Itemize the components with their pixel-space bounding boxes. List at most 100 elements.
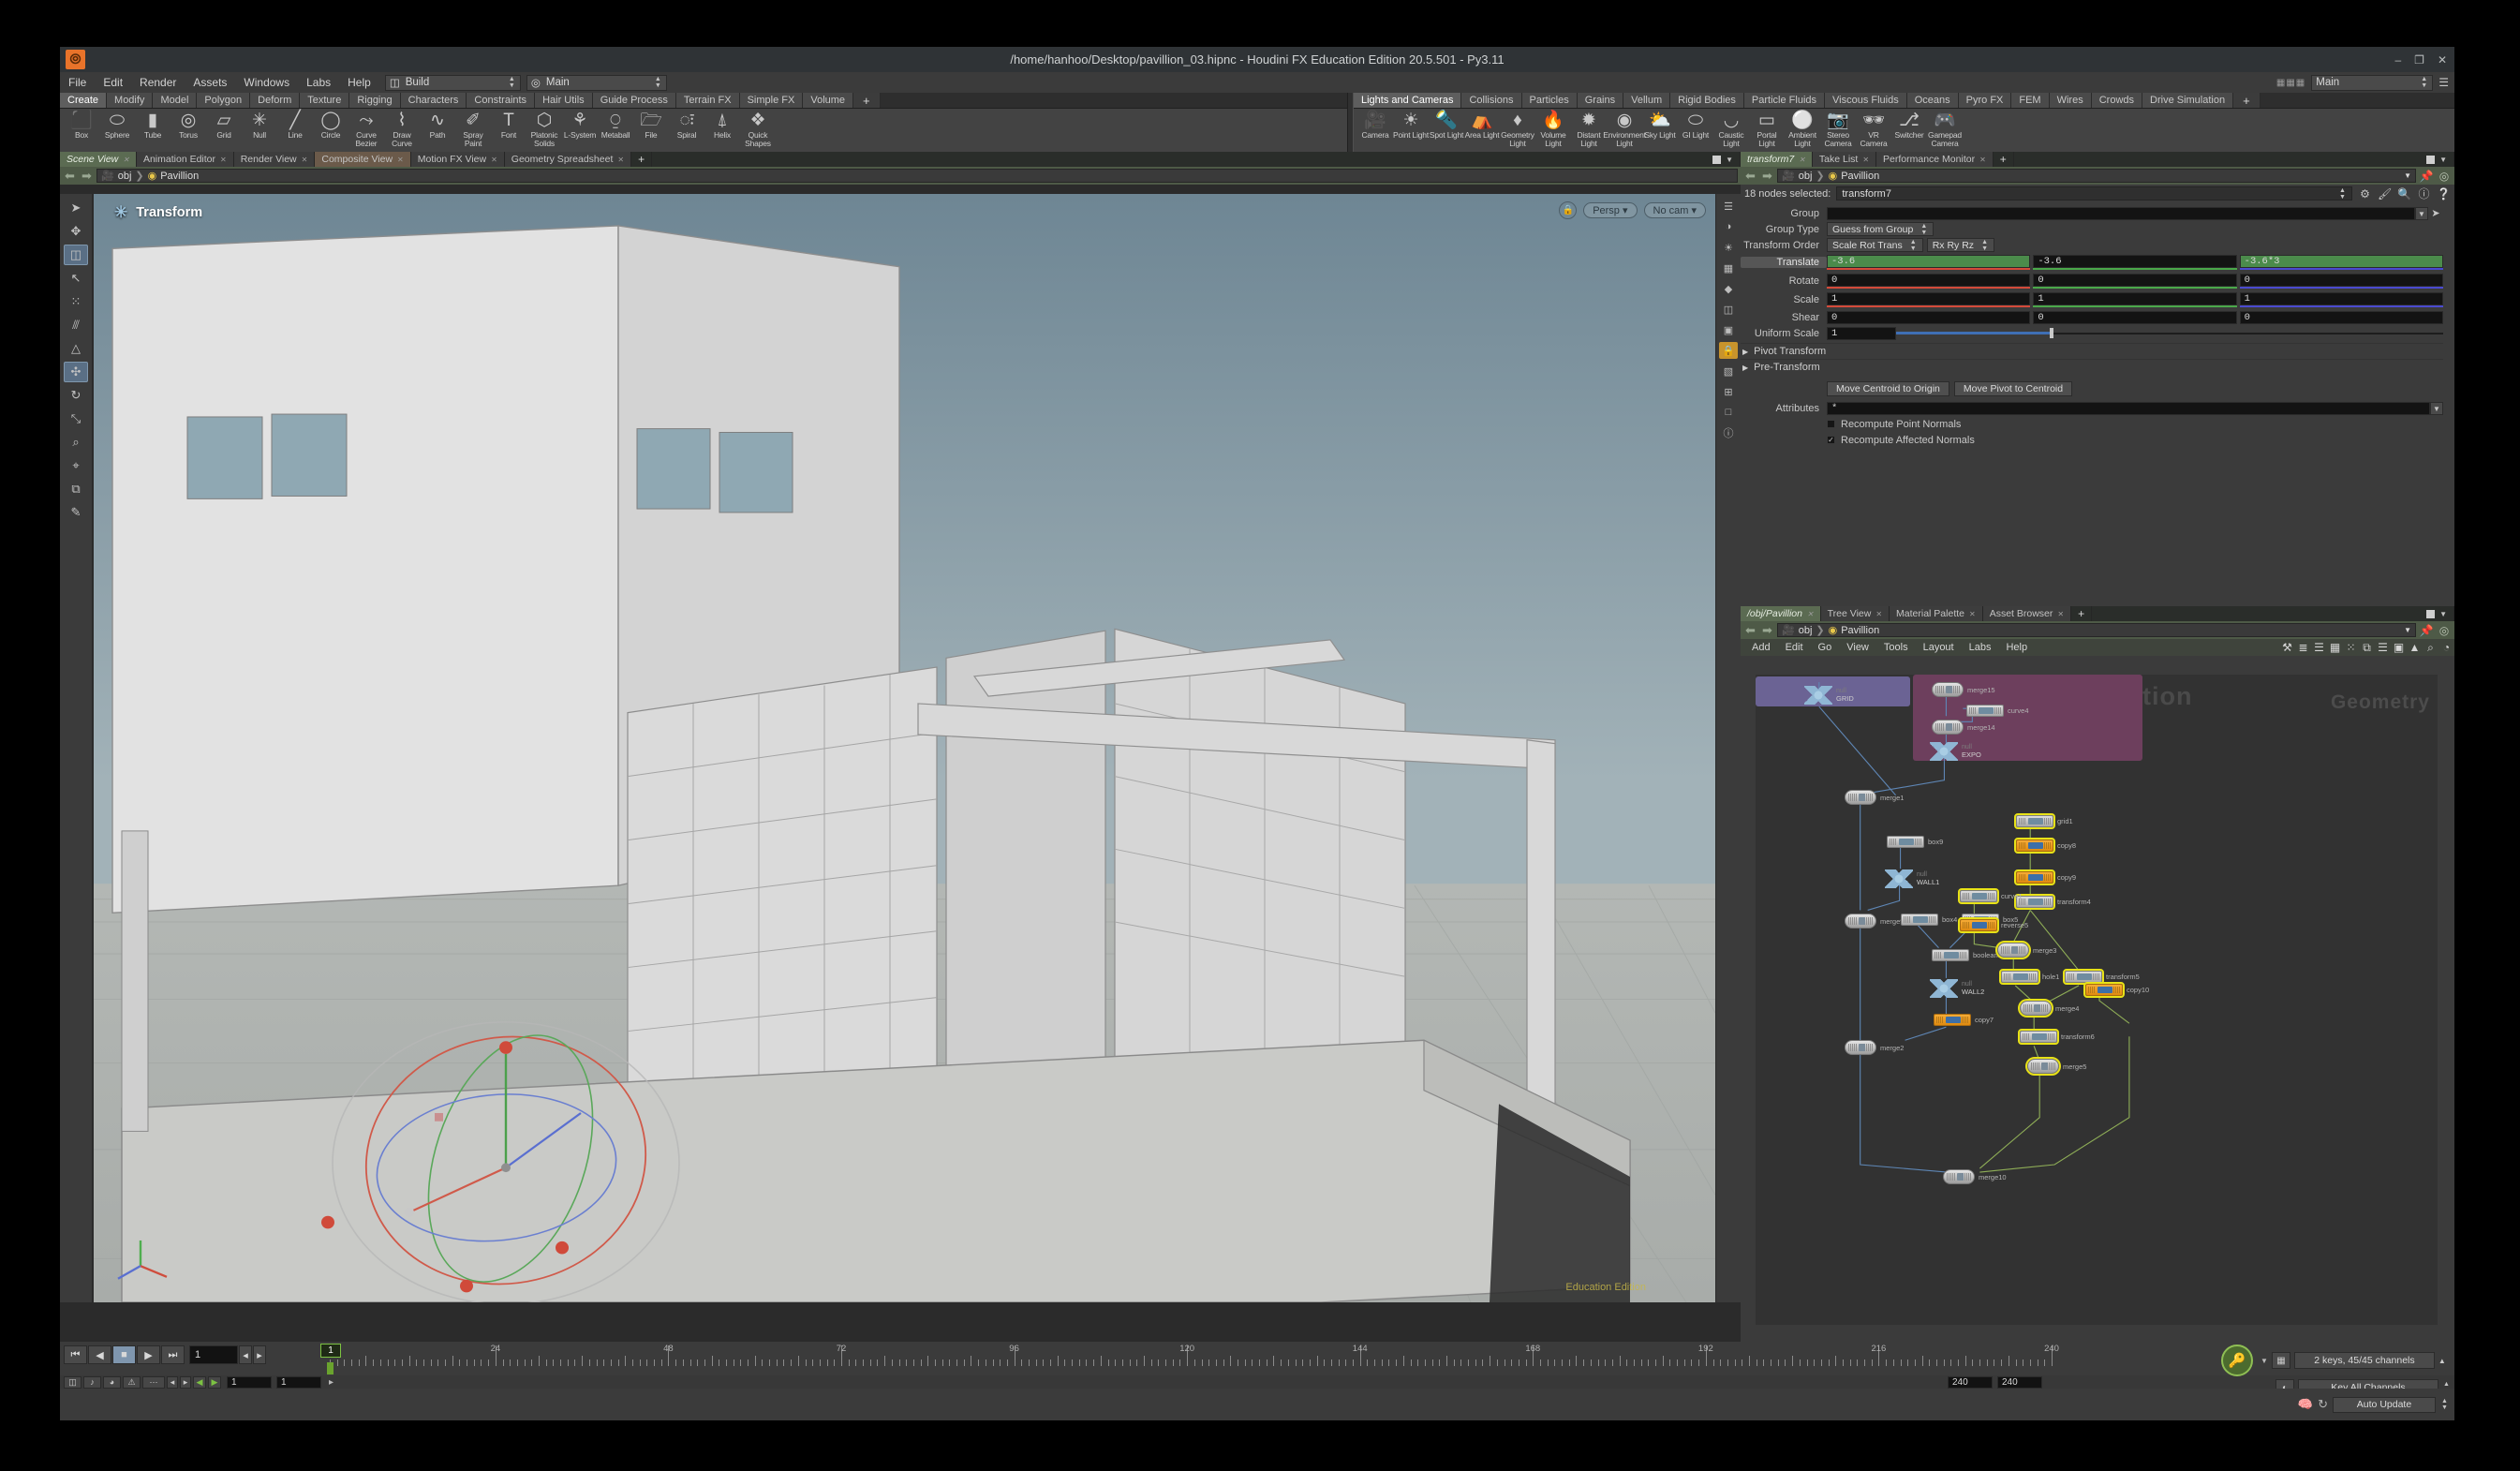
timeline-mode-icon[interactable]: ◫: [64, 1375, 82, 1389]
network-menu-add[interactable]: Add: [1744, 642, 1778, 653]
prev-key-icon[interactable]: ◂: [239, 1345, 252, 1364]
shelf-tab-constraints[interactable]: Constraints: [467, 93, 536, 108]
brush-icon[interactable]: ✎: [64, 502, 88, 523]
shelf-tool-ambient-light[interactable]: ⚪ Ambient Light: [1785, 109, 1820, 148]
chevron-down-icon[interactable]: ▼: [2430, 401, 2443, 415]
network-right-gutter[interactable]: [2438, 675, 2454, 1325]
shelf-tool-stereo-camera[interactable]: 📷 Stereo Camera: [1820, 109, 1856, 148]
shelf-tab-deform[interactable]: Deform: [250, 93, 301, 108]
network-node[interactable]: box4: [1901, 914, 1957, 926]
shelf-tool-gi-light[interactable]: ⬭ GI Light: [1678, 109, 1713, 140]
recompute-point-normals-checkbox[interactable]: [1827, 420, 1835, 428]
uniform-scale-input[interactable]: 1: [1827, 326, 1896, 340]
shelf-tool-platonic-solids[interactable]: ⬡ Platonic Solids: [526, 109, 562, 148]
brush-icon[interactable]: 🖌: [2378, 187, 2392, 201]
play-icon[interactable]: ▶: [137, 1345, 160, 1364]
menu-edit[interactable]: Edit: [95, 72, 131, 93]
playhead[interactable]: 1: [320, 1344, 341, 1358]
close-icon[interactable]: ✕: [1807, 610, 1814, 618]
tab-geometry-spreadsheet[interactable]: Geometry Spreadsheet ✕: [504, 152, 632, 167]
chevron-down-icon[interactable]: ▼: [2415, 206, 2428, 220]
shelf-tab-model[interactable]: Model: [153, 93, 198, 108]
shelf-tool-line[interactable]: ╱ Line: [277, 109, 313, 140]
network-node[interactable]: hole1: [1999, 969, 2059, 985]
attributes-input[interactable]: *: [1827, 401, 2430, 415]
transform-order-dropdown[interactable]: Scale Rot Trans ▲ ▼: [1827, 238, 1923, 252]
list-icon[interactable]: ≣: [2295, 641, 2311, 654]
pivot-transform-folder[interactable]: ▶ Pivot Transform: [1741, 343, 2443, 359]
rotate-order-dropdown[interactable]: Rx Ry Rz ▲ ▼: [1926, 238, 1995, 252]
network-menu-go[interactable]: Go: [1811, 642, 1840, 653]
close-icon[interactable]: ✕: [1875, 610, 1882, 618]
uv-icon[interactable]: ⊞: [1719, 383, 1738, 400]
network-menu-edit[interactable]: Edit: [1778, 642, 1811, 653]
range-prev-icon[interactable]: ◂: [167, 1375, 178, 1389]
handles-icon[interactable]: ✥: [64, 221, 88, 242]
shelf-tab-oceans[interactable]: Oceans: [1906, 93, 1959, 108]
shelf-tool-null[interactable]: ✳ Null: [242, 109, 277, 140]
expand-up-icon[interactable]: ▲: [2438, 1357, 2446, 1365]
group-input[interactable]: [1827, 206, 2415, 220]
chevron-down-icon[interactable]: ▼: [2404, 626, 2411, 634]
tab-add-button[interactable]: +: [2071, 606, 2093, 621]
shelf-tool-volume-light[interactable]: 🔥 Volume Light: [1535, 109, 1571, 148]
shelf-tab-create[interactable]: Create: [60, 93, 108, 108]
shading-icon[interactable]: ◑: [1719, 218, 1738, 235]
shelf-tool-file[interactable]: 🗁 File: [633, 109, 669, 140]
range-start-handle[interactable]: [327, 1362, 334, 1374]
wire-icon[interactable]: ▧: [1719, 363, 1738, 379]
tab-tree-view[interactable]: Tree View ✕: [1820, 606, 1890, 621]
shelf-tab-vellum[interactable]: Vellum: [1623, 93, 1671, 108]
timeline-ruler[interactable]: 24 48 72 96 120 144 168 192 216 240 1: [320, 1342, 2059, 1375]
tab-render-view[interactable]: Render View ✕: [233, 152, 316, 167]
back-icon[interactable]: ⬅: [1743, 623, 1757, 638]
shelf-tool-draw-curve[interactable]: ⌇ Draw Curve: [384, 109, 420, 148]
shelf-tool-vr-camera[interactable]: 🕶 VR Camera: [1856, 109, 1891, 148]
move-tool-icon[interactable]: ✣: [64, 362, 88, 382]
info-overlay-icon[interactable]: ⓘ: [1719, 424, 1738, 441]
shelf-tool-box[interactable]: ⬛ Box: [64, 109, 99, 140]
rotate-tool-icon[interactable]: ↻: [64, 385, 88, 406]
network-node[interactable]: merge10: [1929, 1154, 2007, 1199]
view-icon[interactable]: ◫: [64, 245, 88, 265]
menu-help[interactable]: Help: [339, 72, 379, 93]
network-node[interactable]: grid1: [2014, 813, 2073, 829]
display-options-icon[interactable]: ☰: [1719, 198, 1738, 215]
palette-icon[interactable]: ▦: [2327, 641, 2343, 654]
tab-performance-monitor[interactable]: Performance Monitor ✕: [1876, 152, 1994, 167]
shelf-tab-particles[interactable]: Particles: [1521, 93, 1578, 108]
rotate-x-input[interactable]: 0: [1827, 274, 2031, 287]
tab-composite-view[interactable]: Composite View ✕: [315, 152, 411, 167]
recompute-affected-normals-checkbox[interactable]: ✓: [1827, 436, 1835, 444]
shelf-tool-gamepad-camera[interactable]: 🎮 Gamepad Camera: [1927, 109, 1963, 148]
network-menu-view[interactable]: View: [1839, 642, 1876, 653]
tab-add-button[interactable]: +: [631, 152, 653, 167]
help-icon[interactable]: ❔: [2437, 187, 2451, 201]
parameter-path-field[interactable]: 🎥 obj ❯ ◉ Pavillion ▼: [1777, 169, 2416, 183]
shelf-tab-guide-process[interactable]: Guide Process: [592, 93, 676, 108]
xray-icon[interactable]: ▣: [1719, 321, 1738, 338]
shelf-tab-wires[interactable]: Wires: [2049, 93, 2092, 108]
shelf-tab-add-button[interactable]: +: [2233, 93, 2261, 108]
range-start-input[interactable]: 1: [227, 1375, 272, 1389]
select-arrow-icon[interactable]: ➤: [2428, 207, 2443, 219]
close-icon[interactable]: ✕: [1979, 156, 1986, 164]
key-channel-info[interactable]: 2 keys, 45/45 channels: [2293, 1352, 2435, 1369]
scale-y-input[interactable]: 1: [2033, 292, 2237, 305]
translate-x-input[interactable]: -3.6: [1827, 255, 2031, 268]
gear-icon[interactable]: ⚙: [2358, 187, 2372, 201]
maximize-button[interactable]: ❐: [2414, 53, 2424, 67]
shelf-tool-metaball[interactable]: ⍜ Metaball: [598, 109, 633, 140]
group-type-dropdown[interactable]: Guess from Group ▲ ▼: [1827, 222, 1934, 236]
tab--obj-pavillion[interactable]: /obj/Pavillion ✕: [1741, 606, 1821, 621]
shelf-tool-tube[interactable]: ▮ Tube: [135, 109, 170, 140]
jump-end-icon[interactable]: ⏭: [161, 1345, 185, 1364]
search-icon[interactable]: 🔍: [2397, 187, 2411, 201]
shelf-tab-grains[interactable]: Grains: [1577, 93, 1624, 108]
menu-file[interactable]: File: [60, 72, 95, 93]
menu-render[interactable]: Render: [131, 72, 185, 93]
tab-scene-view[interactable]: Scene View ✕: [60, 152, 137, 167]
measure-icon[interactable]: ⌖: [64, 455, 88, 476]
shelf-tab-fem[interactable]: FEM: [2011, 93, 2050, 108]
dots-icon[interactable]: ⁙: [2343, 641, 2359, 654]
